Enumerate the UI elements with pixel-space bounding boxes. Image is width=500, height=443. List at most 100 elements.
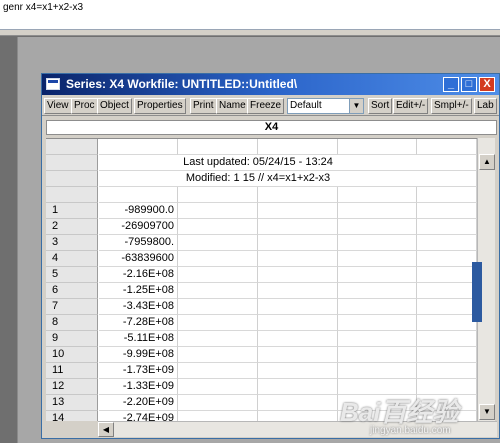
value-cell[interactable]: -3.43E+08 [99,299,178,315]
grid-cell[interactable] [258,267,338,283]
grid-cell[interactable] [417,235,477,251]
value-cell[interactable]: -2.20E+09 [99,395,178,411]
grid-cell[interactable] [417,203,477,219]
column-header[interactable] [417,139,477,155]
grid-cell[interactable] [178,283,258,299]
grid-cell[interactable] [178,411,258,421]
grid-cell[interactable] [417,267,477,283]
grid-cell[interactable] [258,347,338,363]
grid-cell[interactable] [178,363,258,379]
grid-cell[interactable] [99,187,178,203]
grid-cell[interactable] [258,315,338,331]
grid-cell[interactable] [258,379,338,395]
grid-cell[interactable] [417,187,477,203]
grid-cell[interactable] [258,411,338,421]
value-cell[interactable]: -989900.0 [99,203,178,219]
object-button[interactable]: Object [97,98,132,114]
value-cell[interactable]: -9.99E+08 [99,347,178,363]
smpl-button[interactable]: Smpl+/- [431,98,472,114]
row-header[interactable]: 11 [46,363,98,379]
grid-cell[interactable] [338,347,417,363]
scroll-thumb[interactable] [472,262,482,322]
command-window[interactable]: genr x4=x1+x2-x3 [0,0,500,30]
grid-cell[interactable] [417,363,477,379]
value-cell[interactable]: -26909700 [99,219,178,235]
grid-cell[interactable] [417,315,477,331]
row-header[interactable]: 10 [46,347,98,363]
grid-cell[interactable] [178,299,258,315]
grid-cell[interactable] [258,395,338,411]
scroll-left-arrow-icon[interactable]: ◀ [98,422,114,437]
display-format-select[interactable]: Default ▼ [287,98,364,114]
proc-button[interactable]: Proc [71,98,98,114]
maximize-button[interactable]: □ [461,77,477,92]
grid-cell[interactable] [258,299,338,315]
grid-cell[interactable] [338,363,417,379]
value-cell[interactable]: -1.33E+09 [99,379,178,395]
grid-cell[interactable] [258,203,338,219]
grid-cell[interactable] [258,283,338,299]
grid-cell[interactable] [338,315,417,331]
series-window[interactable]: Series: X4 Workfile: UNTITLED::Untitled\… [41,73,500,439]
grid-cell[interactable] [417,219,477,235]
column-header[interactable] [99,139,178,155]
row-header[interactable]: 5 [46,267,98,283]
grid-cell[interactable] [178,315,258,331]
grid-cell[interactable] [258,235,338,251]
value-cell[interactable]: -2.74E+09 [99,411,178,421]
value-cell[interactable]: -63839600 [99,251,178,267]
value-cell[interactable]: -5.11E+08 [99,331,178,347]
scroll-up-arrow-icon[interactable]: ▲ [479,154,495,170]
grid-cell[interactable] [178,235,258,251]
grid-cell[interactable] [417,299,477,315]
row-header[interactable]: 8 [46,315,98,331]
edit-button[interactable]: Edit+/- [393,98,429,114]
column-header[interactable] [178,139,258,155]
grid-cell[interactable] [178,203,258,219]
minimize-button[interactable]: _ [443,77,459,92]
row-header[interactable]: 1 [46,203,98,219]
sort-button[interactable]: Sort [368,98,393,114]
value-cell[interactable]: -2.16E+08 [99,267,178,283]
grid-cell[interactable] [417,347,477,363]
grid-cell[interactable] [338,187,417,203]
spreadsheet-grid[interactable]: Last updated: 05/24/15 - 13:24 Modified:… [46,138,477,421]
column-header[interactable] [258,139,338,155]
grid-cell[interactable] [338,203,417,219]
grid-cell[interactable] [417,155,477,171]
close-button[interactable]: X [479,77,495,92]
value-cell[interactable]: -1.73E+09 [99,363,178,379]
grid-cell[interactable] [338,235,417,251]
grid-cell[interactable] [338,251,417,267]
grid-cell[interactable] [338,331,417,347]
value-cell[interactable]: -7959800. [99,235,178,251]
grid-cell[interactable] [178,219,258,235]
dropdown-arrow-icon[interactable]: ▼ [349,99,363,113]
freeze-button[interactable]: Freeze [247,98,285,114]
grid-cell[interactable] [178,347,258,363]
row-header[interactable]: 9 [46,331,98,347]
name-button[interactable]: Name [216,98,249,114]
grid-cell[interactable] [178,379,258,395]
row-header[interactable]: 3 [46,235,98,251]
grid-cell[interactable] [178,267,258,283]
grid-cell[interactable] [178,331,258,347]
row-header[interactable]: 6 [46,283,98,299]
row-header[interactable]: 12 [46,379,98,395]
grid-cell[interactable] [258,219,338,235]
properties-button[interactable]: Properties [134,98,186,114]
grid-cell[interactable] [417,251,477,267]
row-header[interactable]: 4 [46,251,98,267]
label-button[interactable]: Lab [474,98,497,114]
value-cell[interactable]: -1.25E+08 [99,283,178,299]
row-header[interactable]: 2 [46,219,98,235]
grid-cell[interactable] [258,363,338,379]
row-header[interactable]: 14 [46,411,98,421]
grid-cell[interactable] [417,283,477,299]
print-button[interactable]: Print [190,98,217,114]
grid-cell[interactable] [178,187,258,203]
grid-cell[interactable] [178,251,258,267]
value-cell[interactable]: -7.28E+08 [99,315,178,331]
grid-cell[interactable] [338,267,417,283]
row-header[interactable]: 7 [46,299,98,315]
